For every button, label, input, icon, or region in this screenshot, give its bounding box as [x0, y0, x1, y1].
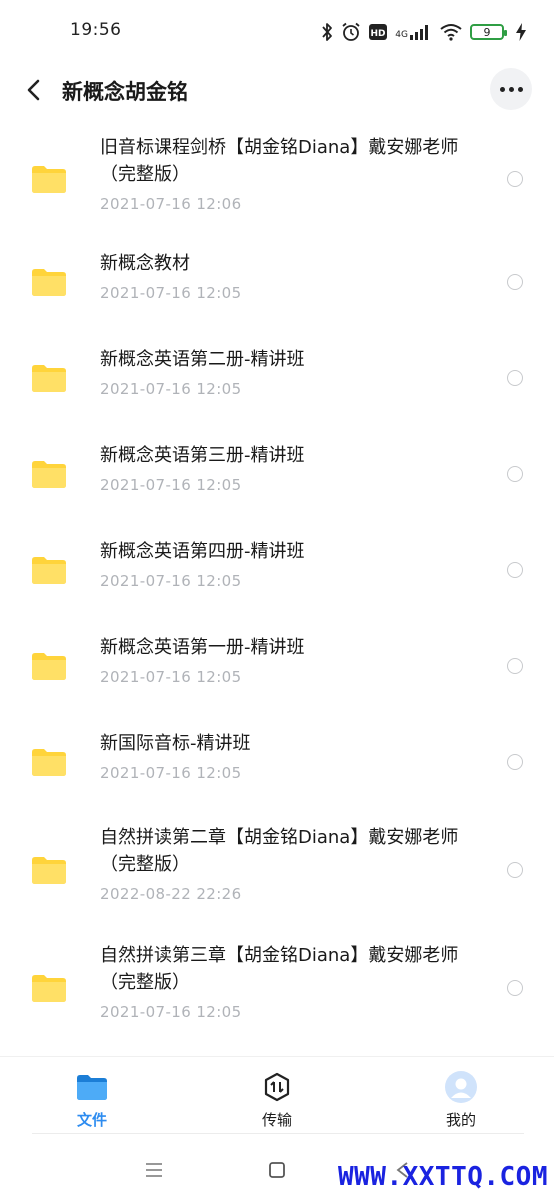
file-item[interactable]: 新概念英语第三册-精讲班 2021-07-16 12:05	[0, 426, 554, 522]
square-icon	[269, 1162, 285, 1178]
file-item[interactable]: 自然拼读第二章【胡金铭Diana】戴安娜老师（完整版） 2022-08-22 2…	[0, 810, 554, 930]
status-time: 19:56	[70, 20, 122, 40]
select-radio[interactable]	[507, 466, 523, 482]
file-text: 新国际音标-精讲班 2021-07-16 12:05	[100, 730, 480, 783]
select-radio[interactable]	[507, 370, 523, 386]
file-item[interactable]: 旧音标课程剑桥【胡金铭Diana】戴安娜老师（完整版） 2021-07-16 1…	[0, 124, 554, 234]
file-text: 新概念英语第一册-精讲班 2021-07-16 12:05	[100, 634, 480, 687]
select-radio[interactable]	[507, 658, 523, 674]
file-text: 自然拼读第三章【胡金铭Diana】戴安娜老师（完整版） 2021-07-16 1…	[100, 942, 480, 1022]
status-bar: 19:56 HD 4G 9	[0, 0, 554, 62]
folder-icon	[32, 557, 66, 584]
more-dot	[508, 86, 514, 92]
folder-icon	[32, 749, 66, 776]
file-name: 新概念英语第三册-精讲班	[100, 445, 305, 466]
file-name: 新概念英语第一册-精讲班	[100, 637, 305, 658]
file-date: 2021-07-16 12:05	[100, 1003, 242, 1021]
file-text: 新概念教材 2021-07-16 12:05	[100, 250, 480, 303]
file-date: 2021-07-16 12:05	[100, 572, 242, 590]
folder-icon	[32, 461, 66, 488]
home-button[interactable]	[263, 1156, 291, 1184]
bluetooth-icon	[321, 22, 333, 42]
chevron-left-icon	[27, 79, 40, 101]
folder-icon	[32, 857, 66, 884]
battery-level: 9	[483, 25, 491, 39]
file-name: 新概念英语第二册-精讲班	[100, 349, 305, 370]
file-name: 新概念教材	[100, 253, 190, 274]
bottom-nav: 文件 传输 我的	[0, 1056, 554, 1134]
avatar-icon	[445, 1071, 477, 1103]
select-radio[interactable]	[507, 862, 523, 878]
file-date: 2021-07-16 12:05	[100, 476, 242, 494]
file-date: 2021-07-16 12:06	[100, 195, 242, 213]
battery-icon: 9	[470, 24, 507, 40]
file-text: 新概念英语第二册-精讲班 2021-07-16 12:05	[100, 346, 480, 399]
alarm-icon	[341, 22, 361, 42]
file-name: 旧音标课程剑桥【胡金铭Diana】戴安娜老师（完整版）	[100, 137, 459, 185]
menu-icon	[146, 1163, 162, 1177]
file-date: 2021-07-16 12:05	[100, 764, 242, 782]
file-text: 旧音标课程剑桥【胡金铭Diana】戴安娜老师（完整版） 2021-07-16 1…	[100, 134, 480, 214]
file-date: 2021-07-16 12:05	[100, 284, 242, 302]
file-date: 2022-08-22 22:26	[100, 885, 242, 903]
file-text: 新概念英语第四册-精讲班 2021-07-16 12:05	[100, 538, 480, 591]
folder-icon	[32, 975, 66, 1002]
page-title: 新概念胡金铭	[62, 80, 188, 104]
tab-files-label: 文件	[76, 1111, 107, 1129]
transfer-icon	[261, 1071, 293, 1103]
wifi-icon	[440, 23, 462, 41]
folder-icon	[32, 269, 66, 296]
file-item[interactable]: 新概念英语第二册-精讲班 2021-07-16 12:05	[0, 330, 554, 426]
file-item[interactable]: 新概念英语第一册-精讲班 2021-07-16 12:05	[0, 618, 554, 714]
file-name: 新国际音标-精讲班	[100, 733, 251, 754]
file-list: 旧音标课程剑桥【胡金铭Diana】戴安娜老师（完整版） 2021-07-16 1…	[0, 124, 554, 1046]
folder-icon	[32, 166, 66, 193]
tab-me[interactable]: 我的	[421, 1071, 501, 1130]
select-radio[interactable]	[507, 980, 523, 996]
select-radio[interactable]	[507, 754, 523, 770]
back-button[interactable]	[18, 74, 50, 106]
more-horizontal-icon	[499, 86, 505, 92]
more-dot	[517, 86, 523, 92]
watermark: WWW.XXTTQ.COM	[338, 1162, 548, 1192]
file-name: 新概念英语第四册-精讲班	[100, 541, 305, 562]
system-nav-bar: WWW.XXTTQ.COM	[0, 1140, 554, 1200]
tab-transfer[interactable]: 传输	[237, 1071, 317, 1130]
file-text: 新概念英语第三册-精讲班 2021-07-16 12:05	[100, 442, 480, 495]
tab-files[interactable]: 文件	[52, 1071, 132, 1130]
folder-icon	[76, 1071, 108, 1103]
tab-transfer-label: 传输	[261, 1111, 292, 1129]
hd-icon: HD	[369, 24, 388, 40]
signal-icon: 4G	[395, 24, 432, 40]
header: 新概念胡金铭	[0, 62, 554, 118]
file-name: 自然拼读第三章【胡金铭Diana】戴安娜老师（完整版）	[100, 945, 459, 993]
select-radio[interactable]	[507, 171, 523, 187]
status-icons: HD 4G 9	[321, 20, 526, 44]
file-item[interactable]: 新国际音标-精讲班 2021-07-16 12:05	[0, 714, 554, 810]
file-item[interactable]: 新概念教材 2021-07-16 12:05	[0, 234, 554, 330]
tab-me-label: 我的	[445, 1111, 476, 1129]
menu-button[interactable]	[140, 1156, 168, 1184]
nav-divider	[32, 1133, 524, 1134]
file-date: 2021-07-16 12:05	[100, 380, 242, 398]
file-date: 2021-07-16 12:05	[100, 668, 242, 686]
charging-icon	[516, 23, 526, 41]
folder-icon	[32, 365, 66, 392]
folder-icon	[32, 653, 66, 680]
select-radio[interactable]	[507, 562, 523, 578]
more-options-button[interactable]	[490, 68, 532, 110]
file-name: 自然拼读第二章【胡金铭Diana】戴安娜老师（完整版）	[100, 827, 459, 875]
file-item[interactable]: 自然拼读第三章【胡金铭Diana】戴安娜老师（完整版） 2021-07-16 1…	[0, 930, 554, 1046]
svg-text:HD: HD	[371, 29, 386, 39]
network-label: 4G	[395, 30, 408, 40]
file-text: 自然拼读第二章【胡金铭Diana】戴安娜老师（完整版） 2022-08-22 2…	[100, 824, 480, 904]
file-item[interactable]: 新概念英语第四册-精讲班 2021-07-16 12:05	[0, 522, 554, 618]
select-radio[interactable]	[507, 274, 523, 290]
